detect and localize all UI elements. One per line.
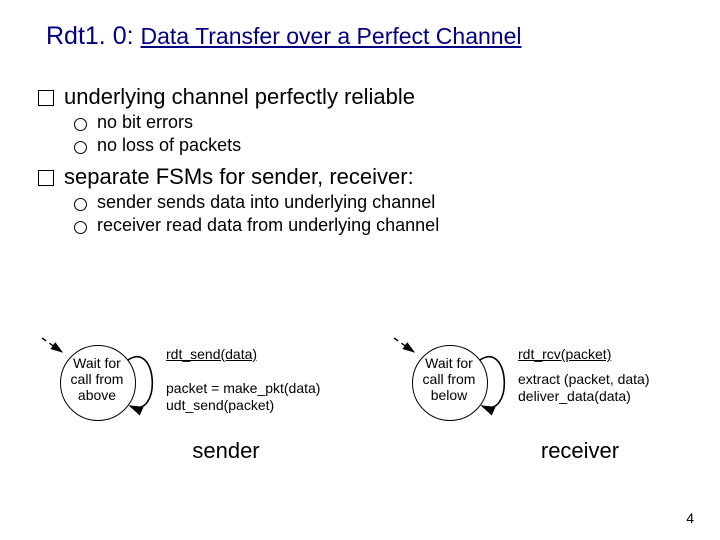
bullet-2-text: separate FSMs for sender, receiver: bbox=[64, 164, 414, 190]
bullet-2a: sender sends data into underlying channe… bbox=[74, 192, 678, 213]
circle-bullet-icon bbox=[74, 221, 87, 234]
receiver-state-label: Wait for call from below bbox=[412, 355, 486, 403]
title-lead: Rdt1. 0: bbox=[46, 22, 134, 50]
receiver-event-text: rdt_rcv(packet) bbox=[518, 346, 611, 363]
circle-bullet-icon bbox=[74, 118, 87, 131]
bullet-1b-text: no loss of packets bbox=[97, 135, 241, 156]
title-sub: Data Transfer over a Perfect Channel bbox=[141, 23, 522, 49]
receiver-action1-text: extract (packet, data) bbox=[518, 371, 650, 388]
bullet-1b: no loss of packets bbox=[74, 135, 678, 156]
circle-bullet-icon bbox=[74, 198, 87, 211]
square-bullet-icon bbox=[38, 170, 54, 186]
bullet-2a-text: sender sends data into underlying channe… bbox=[97, 192, 435, 213]
slide-title: Rdt1. 0: Data Transfer over a Perfect Ch… bbox=[46, 22, 522, 51]
receiver-action2-text: deliver_data(data) bbox=[518, 388, 631, 405]
bullet-list: underlying channel perfectly reliable no… bbox=[38, 80, 678, 236]
slide: Rdt1. 0: Data Transfer over a Perfect Ch… bbox=[0, 0, 720, 540]
sender-event-text: rdt_send(data) bbox=[166, 346, 257, 363]
bullet-1a-text: no bit errors bbox=[97, 112, 193, 133]
bullet-1a: no bit errors bbox=[74, 112, 678, 133]
bullet-2b: receiver read data from underlying chann… bbox=[74, 215, 678, 236]
sender-action2-text: udt_send(packet) bbox=[166, 397, 274, 414]
sender-state-label: Wait for call from above bbox=[60, 355, 134, 403]
sender-role-label: sender bbox=[166, 438, 286, 464]
bullet-2b-text: receiver read data from underlying chann… bbox=[97, 215, 439, 236]
bullet-1-text: underlying channel perfectly reliable bbox=[64, 84, 415, 110]
bullet-2: separate FSMs for sender, receiver: bbox=[38, 164, 678, 190]
page-number: 4 bbox=[686, 510, 694, 526]
sender-action1-text: packet = make_pkt(data) bbox=[166, 380, 320, 397]
square-bullet-icon bbox=[38, 90, 54, 106]
circle-bullet-icon bbox=[74, 141, 87, 154]
bullet-1: underlying channel perfectly reliable bbox=[38, 84, 678, 110]
receiver-role-label: receiver bbox=[510, 438, 650, 464]
